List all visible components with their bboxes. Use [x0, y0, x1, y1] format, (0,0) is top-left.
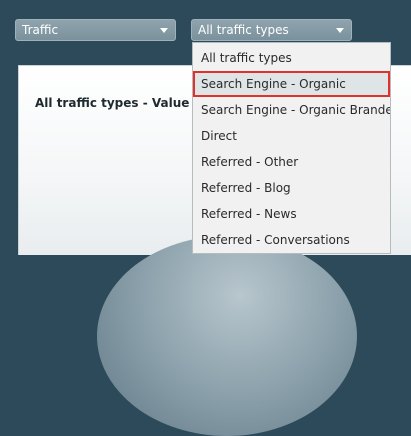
chevron-down-icon [336, 28, 344, 33]
dropdown-item-search-engine-organic-branded[interactable]: Search Engine - Organic Branded [193, 97, 390, 123]
panel-title: All traffic types - Value [35, 96, 190, 110]
traffic-select-label: Traffic [22, 23, 59, 37]
dropdown-item-search-engine-organic[interactable]: Search Engine - Organic [193, 71, 390, 97]
traffic-select[interactable]: Traffic [15, 19, 176, 41]
dropdown-item-referred-conversations[interactable]: Referred - Conversations [193, 227, 390, 253]
dropdown-item-direct[interactable]: Direct [193, 123, 390, 149]
dropdown-item-referred-blog[interactable]: Referred - Blog [193, 175, 390, 201]
dropdown-item-referred-other[interactable]: Referred - Other [193, 149, 390, 175]
chart-globe-graphic [97, 236, 357, 436]
dropdown-item-referred-news[interactable]: Referred - News [193, 201, 390, 227]
traffic-type-dropdown: All traffic types Search Engine - Organi… [192, 42, 391, 254]
chevron-down-icon [160, 28, 168, 33]
traffic-type-select[interactable]: All traffic types [191, 19, 352, 41]
dropdown-item-all-traffic-types[interactable]: All traffic types [193, 45, 390, 71]
traffic-type-select-label: All traffic types [198, 23, 289, 37]
